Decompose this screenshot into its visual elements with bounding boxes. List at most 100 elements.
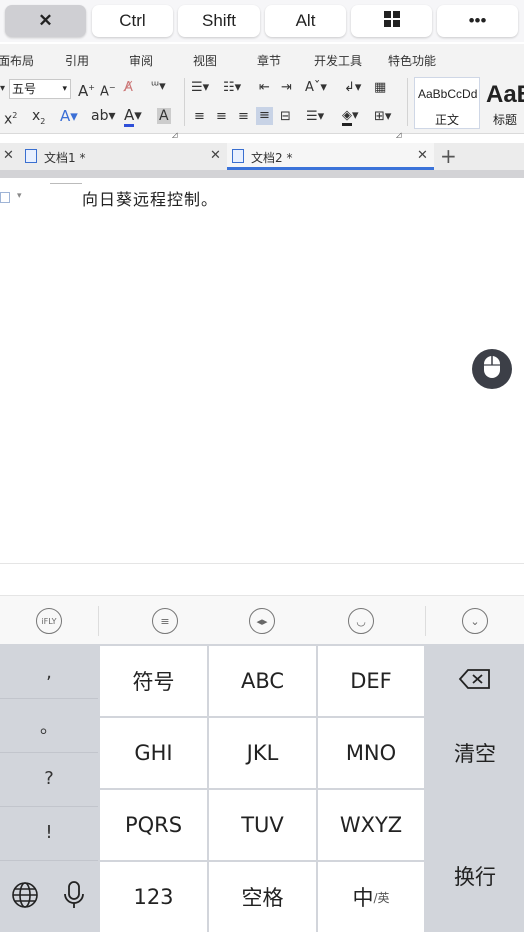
key-tuv[interactable]: TUV [209,790,316,860]
divider [98,606,99,636]
tab-page-layout[interactable]: 面布局 [0,52,34,69]
font-size-select[interactable]: 五号 ▾ [9,79,71,99]
more-keys-button[interactable]: ••• [437,5,518,37]
paragraph-marker-icon[interactable] [0,192,10,203]
windows-key[interactable] [351,5,432,37]
punct-comma-key[interactable]: , [0,646,98,699]
punct-question-key[interactable]: ? [0,752,98,805]
close-button[interactable]: ✕ [5,5,86,37]
tab-review[interactable]: 审阅 [129,52,153,69]
key-jkl[interactable]: JKL [209,718,316,788]
voice-key[interactable] [50,862,98,932]
backspace-key[interactable] [426,646,524,716]
tab-references[interactable]: 引用 [65,52,89,69]
enter-key[interactable]: 换行 [426,790,524,932]
style-heading[interactable]: AaB 标题 [482,77,524,129]
style-normal[interactable]: AaBbCcDd 正文 [414,77,480,129]
font-color-icon[interactable]: A▾ [124,106,142,127]
tab-label: 文档1 * [44,151,86,165]
key-lang-switch[interactable]: 中/英 [318,862,424,932]
dropdown-arrow-icon[interactable]: ▾ [0,81,5,97]
char-shading-icon[interactable]: A [157,108,171,124]
chevron-down-icon: ▾ [62,84,67,94]
highlight-icon[interactable]: ab▾ [91,108,116,124]
close-icon[interactable]: ✕ [417,148,428,163]
numbered-list-icon[interactable]: ☷▾ [223,80,241,96]
key-123[interactable]: 123 [100,862,207,932]
clear-key[interactable]: 清空 [426,718,524,788]
lang-sub-label: /英 [373,890,390,905]
key-symbols[interactable]: 符号 [100,646,207,716]
document-area[interactable]: ▾ 向日葵远程控制。 [0,178,524,563]
collapse-keyboard-icon[interactable]: ⌄ [462,608,488,634]
divider [0,698,98,699]
close-icon[interactable]: ✕ [3,148,14,163]
chat-bubble-icon[interactable]: ≡ [152,608,178,634]
cursor-move-icon[interactable]: ◂▸ [249,608,275,634]
text-direction-icon[interactable]: Aˇ▾ [305,80,327,96]
tab-section[interactable]: 章节 [257,52,281,69]
subscript-icon[interactable]: x2 [32,108,45,130]
document-icon [232,149,244,163]
key-mno[interactable]: MNO [318,718,424,788]
tab-developer[interactable]: 开发工具 [314,52,362,69]
dialog-launcher-icon[interactable]: ◿ [172,127,177,143]
superscript-icon[interactable]: x2 [4,108,17,128]
key-wxyz[interactable]: WXYZ [318,790,424,860]
alt-key[interactable]: Alt [265,5,346,37]
close-icon: ✕ [38,11,53,30]
logo-text: iFLY [41,616,57,626]
tab-label: 文档2 * [251,151,293,165]
align-left-icon[interactable]: ≡ [194,109,205,125]
nine-key-keyboard: , 。 ? ! 符号 ABC DEF GHI JKL MNO PQRS TUV … [0,644,524,932]
fill-color-icon[interactable]: ◈▾ [342,108,359,126]
align-right-icon[interactable]: ≡ [238,109,249,125]
border-icon[interactable]: ⊞▾ [374,109,391,125]
divider [0,806,98,807]
close-icon[interactable]: ✕ [210,148,221,163]
dialog-launcher-icon[interactable]: ◿ [396,127,401,143]
divider [0,752,98,753]
shrink-font-icon[interactable]: A− [100,80,116,100]
divider [184,78,185,126]
shift-key[interactable]: Shift [178,5,260,37]
margin-corner-mark [50,178,82,184]
mouse-icon [480,354,504,384]
align-center-icon[interactable]: ≡ [216,109,227,125]
line-spacing-icon[interactable]: ☰▾ [306,109,324,125]
bullet-list-icon[interactable]: ☰▾ [191,80,209,96]
document-text[interactable]: 向日葵远程控制。 [82,186,218,210]
table-grid-icon[interactable]: ▦ [374,80,386,96]
ruler-strip [0,170,524,178]
key-space[interactable]: 空格 [209,862,316,932]
phonetic-guide-icon[interactable]: ᵚ▾ [151,79,166,95]
ifly-logo-icon[interactable]: iFLY [36,608,62,634]
sort-icon[interactable]: ↲▾ [344,80,361,96]
distributed-icon[interactable]: ⊟ [280,109,291,125]
punct-period-key[interactable]: 。 [0,699,98,752]
tab-document-2[interactable]: 文档2 * ✕ [227,143,434,170]
mouse-mode-button[interactable] [472,349,512,389]
justify-icon[interactable]: ≡ [256,107,273,125]
increase-indent-icon[interactable]: ⇥ [281,80,292,96]
lang-main-label: 中 [352,886,374,910]
punct-exclaim-key[interactable]: ! [0,806,98,859]
chevron-down-icon[interactable]: ▾ [17,191,22,201]
decrease-indent-icon[interactable]: ⇤ [259,80,270,96]
tab-view[interactable]: 视图 [193,52,217,69]
key-pqrs[interactable]: PQRS [100,790,207,860]
emoji-icon[interactable]: ◡ [348,608,374,634]
key-ghi[interactable]: GHI [100,718,207,788]
clear-format-icon[interactable]: A̸ [124,80,133,96]
style-preview: AaBbCcDd [418,87,478,101]
tab-document-1[interactable]: 文档1 * ✕ [18,143,225,170]
key-abc[interactable]: ABC [209,646,316,716]
ctrl-key[interactable]: Ctrl [92,5,173,37]
globe-key[interactable] [0,862,49,932]
tab-special-features[interactable]: 特色功能 [388,52,436,69]
remote-key-bar: ✕ Ctrl Shift Alt ••• [0,0,524,42]
key-def[interactable]: DEF [318,646,424,716]
grow-font-icon[interactable]: A+ [78,80,95,99]
new-tab-plus-icon[interactable]: + [440,144,457,168]
text-effect-icon[interactable]: A▾ [60,108,78,124]
